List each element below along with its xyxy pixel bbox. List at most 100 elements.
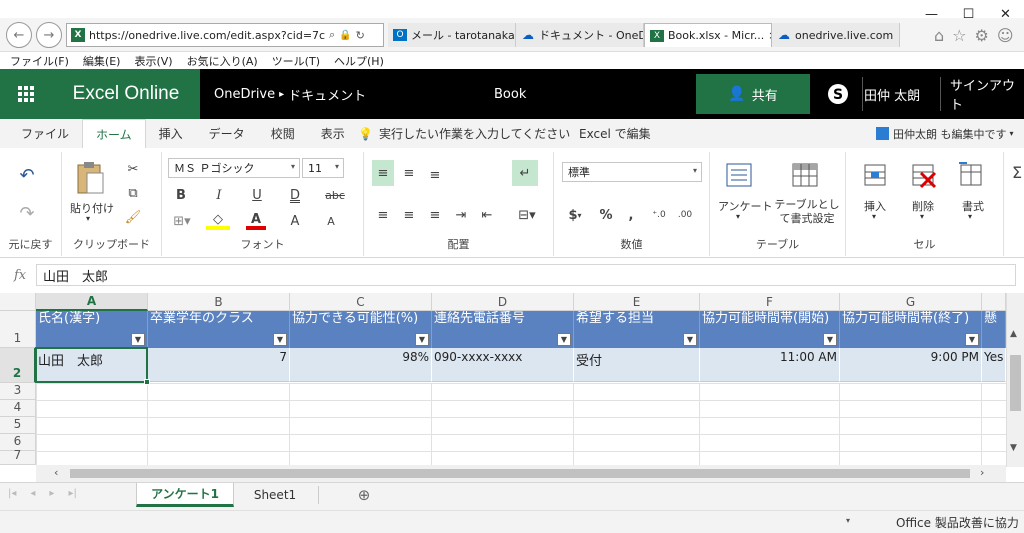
table-cell[interactable]: 11:00 AM — [700, 348, 840, 382]
forward-button[interactable]: → — [36, 22, 62, 48]
shrink-font-button[interactable]: A — [322, 212, 340, 230]
font-name-select[interactable]: ＭＳ Ｐゴシック ▾ — [168, 158, 300, 178]
table-header-cell[interactable]: 懸 — [982, 311, 1006, 348]
filter-dropdown-icon[interactable]: ▼ — [823, 333, 837, 346]
menu-help[interactable]: ヘルプ(H) — [334, 53, 384, 69]
add-sheet-icon[interactable]: ⊕ — [352, 483, 376, 507]
copy-icon[interactable]: ⧉ — [124, 184, 142, 202]
user-name[interactable]: 田仲 太朗 — [864, 69, 920, 119]
row-header-3[interactable]: 3 — [0, 383, 36, 400]
menu-favorites[interactable]: お気に入り(A) — [187, 53, 258, 69]
scroll-right-icon[interactable]: › — [980, 466, 984, 479]
sheet-tab-sheet1[interactable]: Sheet1 — [238, 483, 312, 507]
column-header-g[interactable]: G — [840, 293, 982, 311]
favorites-star-icon[interactable]: ☆ — [952, 26, 966, 45]
align-bottom-icon[interactable]: ≡ — [424, 164, 446, 186]
function-icon[interactable]: fx — [14, 264, 36, 286]
column-header-b[interactable]: B — [148, 293, 290, 311]
align-center-icon[interactable]: ≡ — [398, 204, 420, 226]
decrease-decimal-icon[interactable]: .00 — [674, 204, 696, 226]
font-color-button[interactable]: A — [246, 212, 266, 230]
align-right-icon[interactable]: ≡ — [424, 204, 446, 226]
format-as-table-icon[interactable] — [790, 160, 820, 190]
format-dropdown-icon[interactable]: ▾ — [968, 212, 972, 221]
increase-decimal-icon[interactable]: ⁺.0 — [648, 204, 670, 226]
borders-icon[interactable]: ⊞▾ — [170, 212, 194, 230]
table-cell[interactable]: 98% — [290, 348, 432, 382]
table-cell[interactable]: 受付 — [574, 348, 700, 382]
delete-cells-icon[interactable] — [908, 160, 938, 190]
status-dropdown-icon[interactable]: ▾ — [846, 516, 850, 525]
column-header-e[interactable]: E — [574, 293, 700, 311]
app-name[interactable]: Excel Online — [52, 69, 200, 119]
browser-tab-book[interactable]: X Book.xlsx - Micr... × — [644, 23, 772, 47]
align-middle-icon[interactable]: ≡ — [398, 162, 420, 184]
indent-icon[interactable]: ⇥ — [450, 204, 472, 226]
currency-button[interactable]: $ ▾ — [564, 204, 586, 226]
filter-dropdown-icon[interactable]: ▼ — [415, 333, 429, 346]
insert-dropdown-icon[interactable]: ▾ — [872, 212, 876, 221]
tab-data[interactable]: データ — [196, 119, 258, 148]
browser-tab-documents[interactable]: ☁ ドキュメント - OneDrive — [516, 23, 644, 47]
table-header-cell[interactable]: 卒業学年のクラス ▼ — [148, 311, 290, 348]
table-header-cell[interactable]: 連絡先電話番号 ▼ — [432, 311, 574, 348]
tab-insert[interactable]: 挿入 — [146, 119, 196, 148]
survey-icon[interactable] — [724, 160, 754, 190]
row-header-1[interactable]: 1 — [0, 311, 36, 348]
home-icon[interactable]: ⌂ — [934, 26, 944, 45]
percent-button[interactable]: % — [596, 204, 616, 226]
first-sheet-icon[interactable]: |◂ — [8, 488, 16, 499]
table-cell[interactable]: 7 — [148, 348, 290, 382]
format-as-table-label[interactable]: テーブルとして書式設定 — [772, 198, 842, 226]
fill-color-icon[interactable]: ◇ — [206, 212, 230, 230]
fill-handle[interactable] — [144, 379, 150, 385]
table-cell[interactable]: 090-xxxx-xxxx — [432, 348, 574, 382]
comma-button[interactable]: , — [622, 204, 640, 226]
coauthor-indicator[interactable]: 田仲太朗 も編集中です ▾ — [876, 119, 1014, 148]
format-painter-icon[interactable]: 🖌 — [124, 208, 142, 226]
grow-font-button[interactable]: A — [286, 212, 304, 230]
select-all-corner[interactable] — [0, 293, 36, 311]
double-underline-button[interactable]: D — [286, 186, 304, 204]
sheet-tab-survey1[interactable]: アンケート1 — [136, 483, 234, 507]
bold-button[interactable]: B — [172, 186, 190, 204]
tab-file[interactable]: ファイル — [8, 119, 82, 148]
menu-tools[interactable]: ツール(T) — [272, 53, 320, 69]
table-cell[interactable]: Yes — [982, 348, 1006, 382]
filter-dropdown-icon[interactable]: ▼ — [131, 333, 145, 346]
filter-dropdown-icon[interactable]: ▼ — [557, 333, 571, 346]
smiley-feedback-icon[interactable]: ☺ — [997, 26, 1014, 45]
last-sheet-icon[interactable]: ▸| — [68, 488, 76, 499]
scroll-up-icon[interactable]: ▲ — [1010, 329, 1017, 339]
column-header-f[interactable]: F — [700, 293, 840, 311]
format-label[interactable]: 書式 — [962, 198, 984, 214]
strikethrough-button[interactable]: abc — [322, 186, 348, 204]
cut-icon[interactable]: ✂ — [124, 160, 142, 178]
column-header-d[interactable]: D — [432, 293, 574, 311]
column-header-a[interactable]: A — [36, 293, 148, 311]
row-header-2[interactable]: 2 — [0, 348, 36, 383]
table-header-cell[interactable]: 氏名(漢字) ▼ — [36, 311, 148, 348]
wrap-text-icon[interactable]: ↵ — [512, 160, 538, 186]
filter-dropdown-icon[interactable]: ▼ — [683, 333, 697, 346]
scroll-left-icon[interactable]: ‹ — [54, 466, 58, 479]
app-launcher-button[interactable] — [0, 69, 52, 119]
settings-gear-icon[interactable]: ⚙ — [975, 26, 989, 45]
column-header-c[interactable]: C — [290, 293, 432, 311]
paste-label[interactable]: 貼り付け — [70, 200, 114, 216]
insert-cells-icon[interactable] — [860, 160, 890, 190]
feedback-link[interactable]: Office 製品改善に協力 — [896, 514, 1019, 531]
vertical-scrollbar[interactable]: ▲ ▼ — [1006, 293, 1024, 467]
scroll-thumb[interactable] — [1010, 355, 1021, 411]
document-title[interactable]: Book — [494, 69, 526, 119]
menu-edit[interactable]: 編集(E) — [83, 53, 121, 69]
skype-button[interactable]: S — [820, 74, 856, 114]
redo-icon[interactable]: ↷ — [14, 200, 40, 226]
survey-label[interactable]: アンケート — [718, 198, 773, 214]
align-left-icon[interactable]: ≡ — [372, 204, 394, 226]
sum-icon[interactable]: Σ — [1010, 162, 1024, 182]
scroll-down-icon[interactable]: ▼ — [1010, 443, 1017, 453]
menu-view[interactable]: 表示(V) — [134, 53, 172, 69]
prev-sheet-icon[interactable]: ◂ — [30, 488, 35, 499]
row-header-5[interactable]: 5 — [0, 417, 36, 434]
